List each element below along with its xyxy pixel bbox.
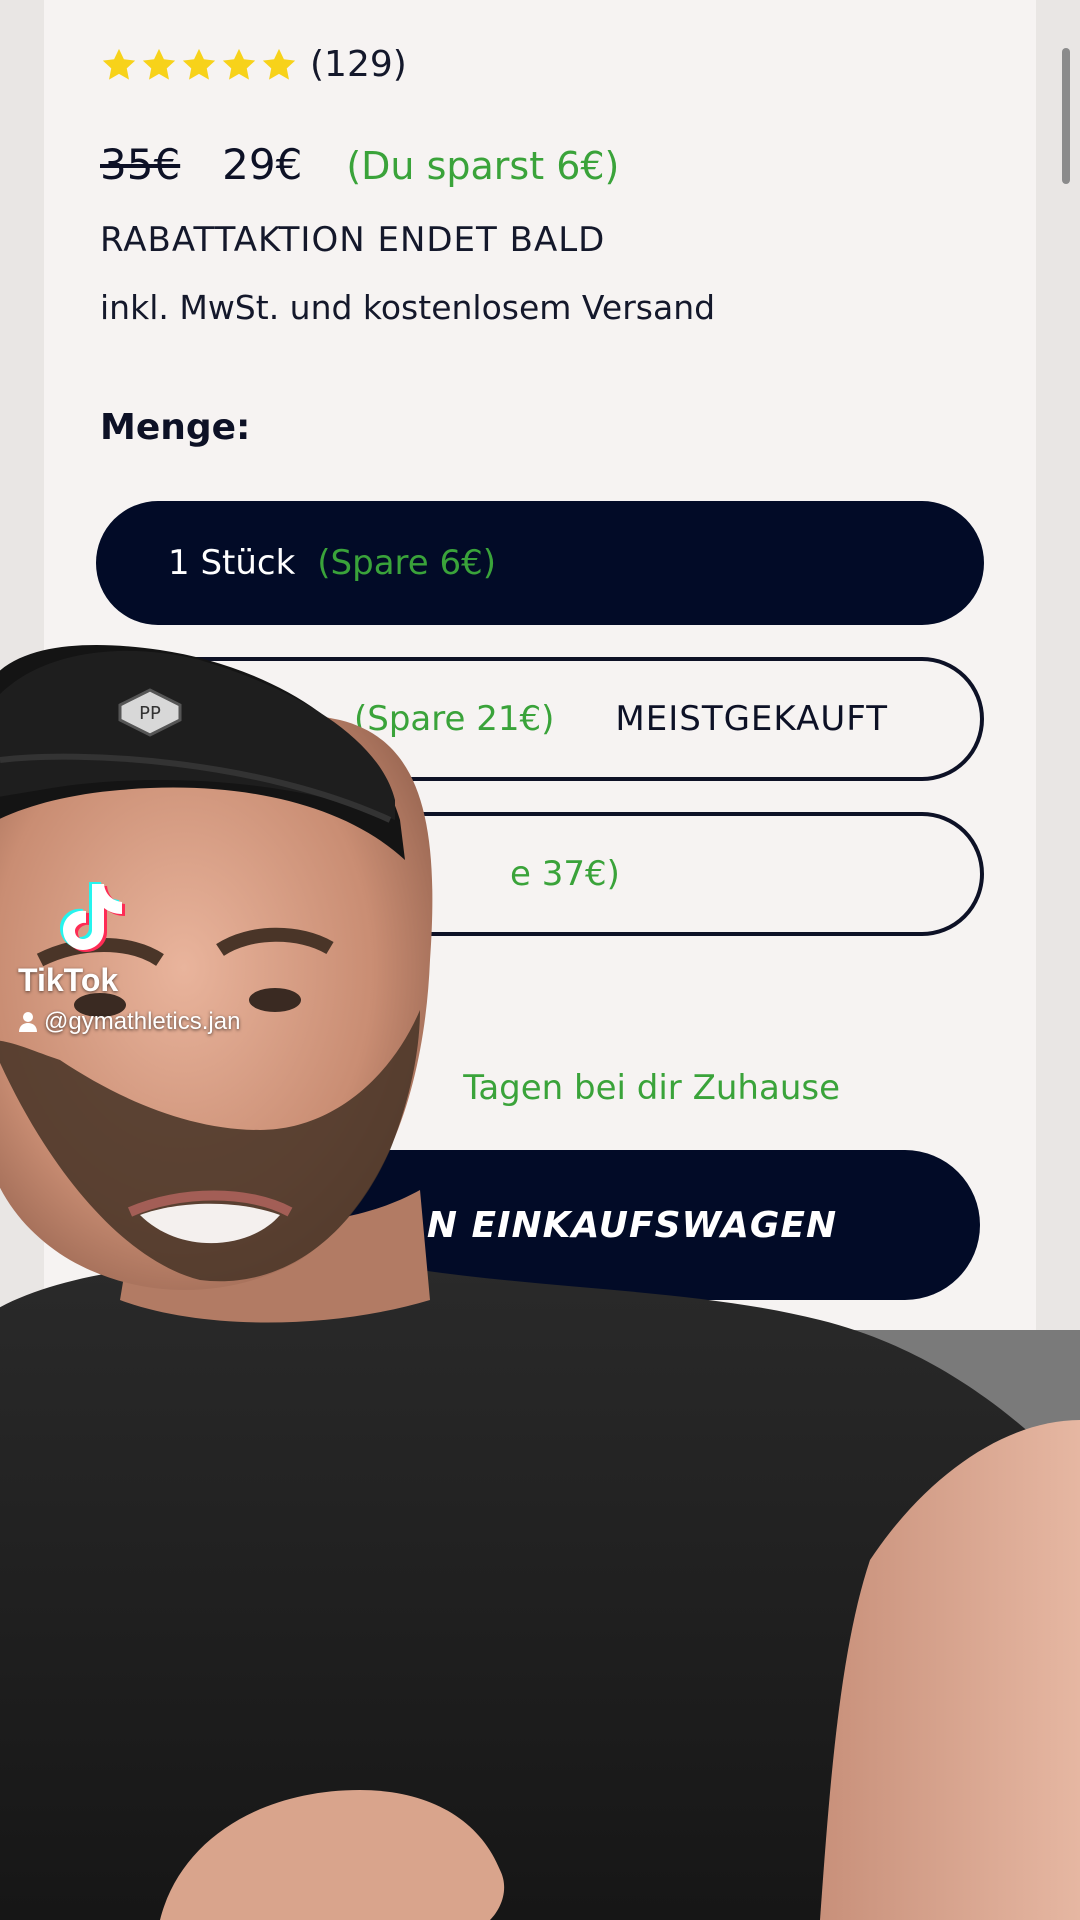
user-icon bbox=[19, 1012, 37, 1032]
apple-pay-label: Pay bbox=[911, 1371, 965, 1407]
option-saving: (Spare 21€) bbox=[354, 699, 555, 739]
apple-icon bbox=[891, 1378, 908, 1400]
add-to-cart-button[interactable]: N EINKAUFSWAGEN bbox=[104, 1150, 980, 1300]
current-price: 29€ bbox=[222, 140, 303, 189]
quantity-option-1[interactable]: 1 Stück (Spare 6€) bbox=[96, 501, 984, 625]
star-icon bbox=[262, 48, 296, 80]
star-icon bbox=[142, 48, 176, 80]
scrollbar[interactable] bbox=[1062, 48, 1070, 184]
tiktok-brand: TikTok bbox=[18, 962, 119, 998]
tiktok-username: @gymathletics.jan bbox=[18, 1008, 240, 1036]
apple-pay-button[interactable]: Pay bbox=[875, 1357, 979, 1421]
tiktok-username-text: @gymathletics.jan bbox=[44, 1008, 241, 1035]
quantity-label: Menge: bbox=[100, 407, 251, 448]
option-saving: e 37€) bbox=[510, 854, 620, 894]
quantity-option-3[interactable]: e 37€) bbox=[96, 812, 984, 936]
price-row: 35€ 29€ (Du sparst 6€) bbox=[100, 140, 619, 189]
delivery-text: Tagen bei dir Zuhause bbox=[463, 1068, 840, 1108]
add-to-cart-label: N EINKAUFSWAGEN bbox=[426, 1204, 838, 1246]
quantity-option-2[interactable]: (Spare 21€) MEISTGEKAUFT bbox=[96, 657, 984, 781]
rating: (129) bbox=[100, 44, 407, 85]
bestseller-badge: MEISTGEKAUFT bbox=[615, 699, 888, 739]
tax-shipping-text: inkl. MwSt. und kostenlosem Versand bbox=[100, 288, 716, 327]
screen: (129) 35€ 29€ (Du sparst 6€) RABATTAKTIO… bbox=[0, 0, 1080, 1920]
star-icon bbox=[222, 48, 256, 80]
promo-text: RABATTAKTION ENDET BALD bbox=[100, 220, 606, 260]
rating-count[interactable]: (129) bbox=[310, 44, 407, 85]
option-saving: (Spare 6€) bbox=[317, 543, 497, 583]
tiktok-logo-icon bbox=[60, 882, 125, 952]
savings-text: (Du sparst 6€) bbox=[346, 144, 620, 188]
old-price: 35€ bbox=[100, 140, 181, 189]
option-label: 1 Stück bbox=[168, 543, 296, 583]
star-icon bbox=[102, 48, 136, 80]
star-icon bbox=[182, 48, 216, 80]
